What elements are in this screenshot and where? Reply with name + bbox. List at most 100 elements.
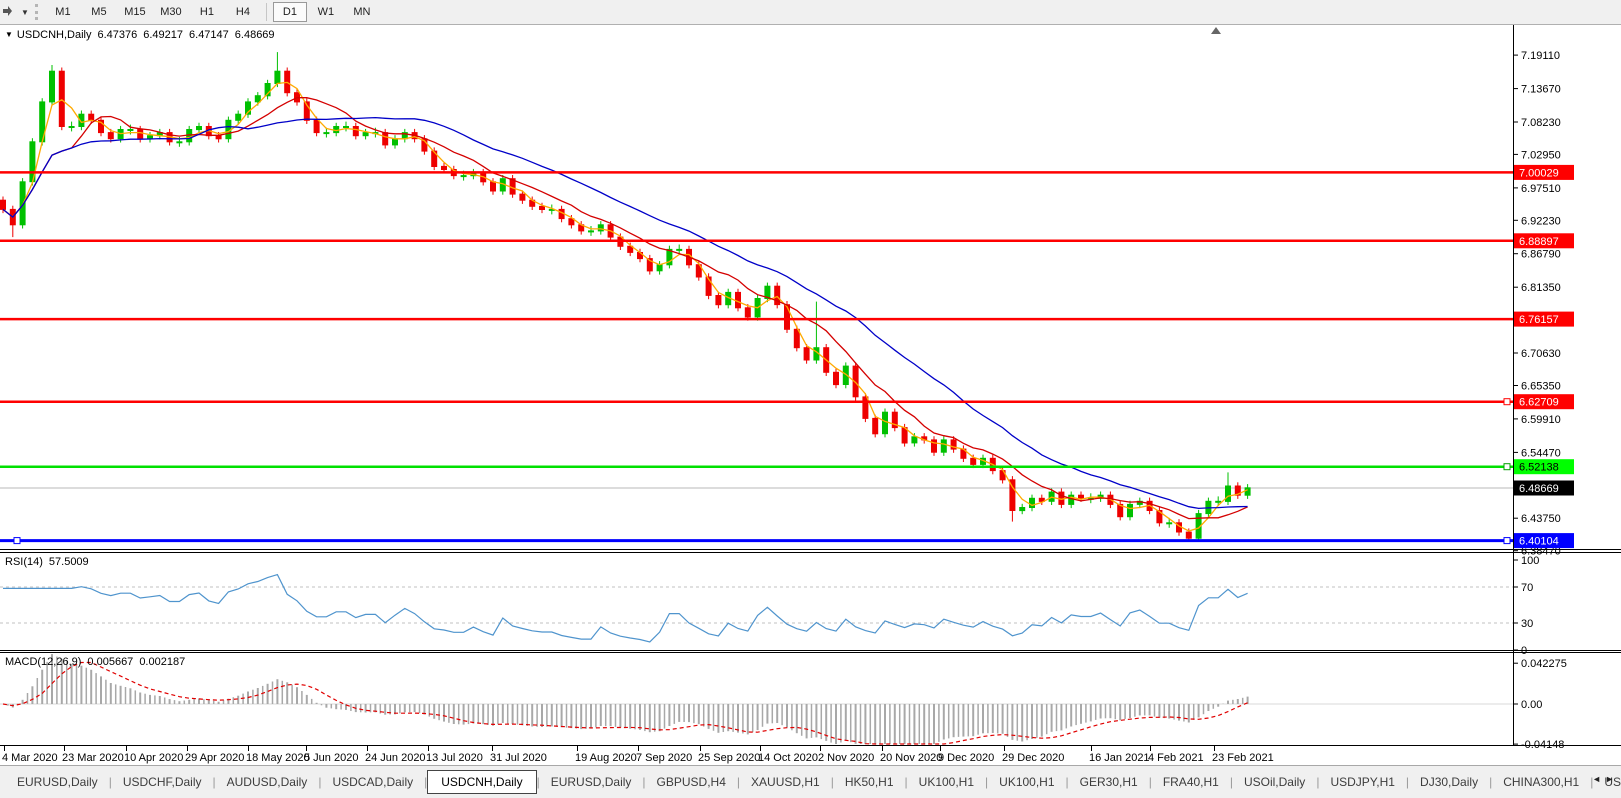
timeframe-button-d1[interactable]: D1 bbox=[273, 2, 307, 22]
rsi-indicator-label: RSI(14)57.5009 bbox=[5, 556, 89, 568]
macd-indicator-label: MACD(12,26,9)0.0056670.002187 bbox=[5, 656, 185, 668]
line-drag-handle[interactable] bbox=[1504, 399, 1510, 405]
candle-body bbox=[1030, 498, 1035, 507]
macd-histogram bbox=[3, 654, 1248, 744]
collapse-indicator-icon[interactable]: ▼ bbox=[5, 30, 13, 39]
candle-body bbox=[804, 348, 809, 360]
tab-ger30-h1[interactable]: GER30,H1 bbox=[1069, 771, 1149, 793]
candle-body bbox=[314, 120, 319, 132]
tab-gbpusd-h4[interactable]: GBPUSD,H4 bbox=[646, 771, 737, 793]
date-axis-label: 16 Jan 2021 bbox=[1089, 752, 1150, 764]
price-axis-tick-label: 6.92230 bbox=[1521, 215, 1561, 227]
timeframe-button-h4[interactable]: H4 bbox=[226, 2, 260, 22]
candle-body bbox=[491, 182, 496, 191]
price-axis-tick-label: 7.02950 bbox=[1521, 149, 1561, 161]
candle-body bbox=[677, 249, 682, 250]
line-drag-handle[interactable] bbox=[1504, 464, 1510, 470]
date-axis-label: 9 Dec 2020 bbox=[938, 752, 994, 764]
candle-body bbox=[177, 142, 182, 143]
tab-dj30-daily[interactable]: DJ30,Daily bbox=[1409, 771, 1489, 793]
timeframe-button-m1[interactable]: M1 bbox=[46, 2, 80, 22]
tab-eurusd-daily[interactable]: EURUSD,Daily bbox=[540, 771, 643, 793]
date-axis-label: 20 Nov 2020 bbox=[880, 752, 942, 764]
macd-name: MACD(12,26,9) bbox=[5, 656, 81, 668]
price-label-badge-text: 6.88897 bbox=[1519, 236, 1559, 248]
candle-body bbox=[324, 133, 329, 134]
date-axis-label: 29 Dec 2020 bbox=[1002, 752, 1064, 764]
tab-usdchf-daily[interactable]: USDCHF,Daily bbox=[112, 771, 213, 793]
tab-xauusd-h1[interactable]: XAUUSD,H1 bbox=[740, 771, 831, 793]
candle-body bbox=[393, 139, 398, 145]
chart-shift-marker-icon bbox=[1211, 27, 1221, 34]
candle-body bbox=[1216, 501, 1221, 502]
timeframe-button-m5[interactable]: M5 bbox=[82, 2, 116, 22]
rsi-axis-tick-label: 30 bbox=[1521, 618, 1533, 630]
toolbar-grip[interactable] bbox=[35, 4, 38, 20]
ohlc-high: 6.49217 bbox=[143, 29, 183, 41]
candle-body bbox=[912, 437, 917, 443]
rsi-axis-tick-label: 70 bbox=[1521, 582, 1533, 594]
timeframe-button-h1[interactable]: H1 bbox=[190, 2, 224, 22]
dropdown-caret-icon[interactable]: ▼ bbox=[21, 8, 29, 17]
tab-usdcnh-daily[interactable]: USDCNH,Daily bbox=[427, 770, 536, 794]
date-axis-label: 10 Apr 2020 bbox=[124, 752, 183, 764]
tab-hk50-h1[interactable]: HK50,H1 bbox=[834, 771, 905, 793]
candle-body bbox=[50, 71, 55, 102]
candle-body bbox=[344, 127, 349, 128]
tab-eurusd-daily[interactable]: EURUSD,Daily bbox=[6, 771, 109, 793]
tab-uk100-h1[interactable]: UK100,H1 bbox=[988, 771, 1065, 793]
candle-body bbox=[785, 305, 790, 330]
candle-body bbox=[716, 296, 721, 305]
tab-scroll-left-icon[interactable]: ◄ bbox=[1592, 774, 1605, 784]
candle-body bbox=[108, 133, 113, 139]
date-axis-label: 2 Nov 2020 bbox=[818, 752, 874, 764]
timeframe-button-mn[interactable]: MN bbox=[345, 2, 379, 22]
tab-china300-h1[interactable]: CHINA300,H1 bbox=[1492, 771, 1590, 793]
candle-body bbox=[1020, 508, 1025, 511]
line-drag-handle[interactable] bbox=[1504, 538, 1510, 544]
candle-body bbox=[589, 231, 594, 232]
tab-audusd-daily[interactable]: AUDUSD,Daily bbox=[216, 771, 319, 793]
candle-body bbox=[226, 120, 231, 138]
candle-body bbox=[1079, 495, 1084, 498]
tab-usdcad-daily[interactable]: USDCAD,Daily bbox=[321, 771, 424, 793]
price-axis-tick-label: 7.13670 bbox=[1521, 84, 1561, 96]
candle-body bbox=[873, 418, 878, 433]
rsi-axis-tick-label: 0 bbox=[1521, 645, 1527, 657]
date-axis-label: 23 Feb 2021 bbox=[1212, 752, 1274, 764]
timeframe-button-m15[interactable]: M15 bbox=[118, 2, 152, 22]
price-axis-tick-label: 6.86790 bbox=[1521, 249, 1561, 261]
rsi-axis-tick-label: 100 bbox=[1521, 555, 1539, 567]
date-axis-label: 5 Jun 2020 bbox=[304, 752, 358, 764]
timeframe-button-m30[interactable]: M30 bbox=[154, 2, 188, 22]
date-axis-label: 29 Apr 2020 bbox=[185, 752, 244, 764]
ma-slow-line[interactable] bbox=[3, 118, 1248, 509]
candle-body bbox=[1128, 504, 1133, 516]
tab-usdjpy-h1[interactable]: USDJPY,H1 bbox=[1319, 771, 1405, 793]
candle-body bbox=[745, 308, 750, 317]
price-label-badge-text: 6.40104 bbox=[1519, 536, 1559, 548]
price-label-badge-text: 6.62709 bbox=[1519, 397, 1559, 409]
tab-uk100-h1[interactable]: UK100,H1 bbox=[908, 771, 985, 793]
ma-mid-line[interactable] bbox=[3, 98, 1248, 519]
tab-fra40-h1[interactable]: FRA40,H1 bbox=[1152, 771, 1230, 793]
price-label-badge-text: 6.76157 bbox=[1519, 314, 1559, 326]
chart-cursor-tool[interactable]: ▼ bbox=[2, 2, 29, 22]
rsi-name: RSI(14) bbox=[5, 556, 43, 568]
timeframe-button-w1[interactable]: W1 bbox=[309, 2, 343, 22]
candle-body bbox=[883, 412, 888, 434]
line-drag-handle[interactable] bbox=[14, 538, 20, 544]
candle-body bbox=[255, 96, 260, 102]
ohlc-low: 6.47147 bbox=[189, 29, 229, 41]
tab-usoil-daily[interactable]: USOil,Daily bbox=[1233, 771, 1316, 793]
candle-body bbox=[197, 127, 202, 130]
price-axis-tick-label: 7.19110 bbox=[1521, 50, 1560, 62]
candle-body bbox=[128, 130, 133, 131]
candle-body bbox=[236, 114, 241, 120]
tab-scroll-right-icon[interactable]: ► bbox=[1605, 774, 1618, 784]
chart-canvas[interactable]: 7.191107.136707.082307.029506.975106.922… bbox=[0, 0, 1621, 797]
candle-body bbox=[540, 206, 545, 209]
candle-body bbox=[59, 71, 64, 126]
chart-symbol: USDCNH,Daily bbox=[17, 29, 92, 41]
candle-body bbox=[216, 136, 221, 139]
